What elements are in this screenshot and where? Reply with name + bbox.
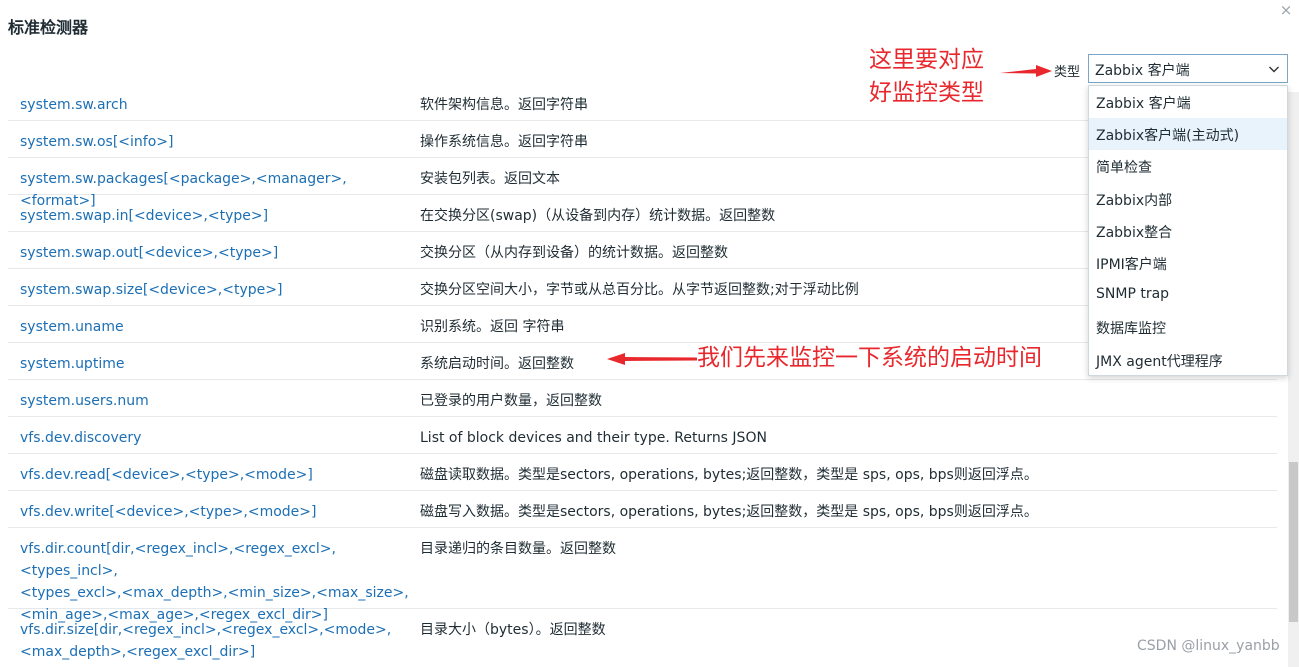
- table-row: vfs.dir.size[dir,<regex_incl>,<regex_exc…: [8, 609, 1277, 667]
- table-row: system.swap.in[<device>,<type>] 在交换分区(swa…: [8, 195, 1277, 232]
- type-dropdown: Zabbix 客户端 Zabbix客户端(主动式) 简单检查 Zabbix内部 …: [1088, 85, 1288, 376]
- option-zabbix-agent[interactable]: Zabbix 客户端: [1089, 86, 1287, 118]
- item-key-link[interactable]: vfs.dev.write[<device>,<type>,<mode>]: [8, 491, 420, 527]
- item-key-link[interactable]: system.sw.arch: [8, 84, 420, 120]
- item-key-link[interactable]: vfs.dev.read[<device>,<type>,<mode>]: [8, 454, 420, 490]
- item-key-link[interactable]: system.sw.packages[<package>,<manager>,<…: [8, 158, 420, 209]
- watermark: CSDN @linux_yanbb: [1137, 638, 1280, 654]
- option-zabbix-internal[interactable]: Zabbix内部: [1089, 183, 1287, 215]
- table-row: system.swap.size[<device>,<type>] 交换分区空间大…: [8, 269, 1277, 306]
- item-key-link[interactable]: vfs.dir.size[dir,<regex_incl>,<regex_exc…: [8, 609, 420, 667]
- table-row: vfs.dev.write[<device>,<type>,<mode>] 磁盘写…: [8, 491, 1277, 528]
- item-key-link[interactable]: system.uptime: [8, 343, 420, 379]
- chevron-down-icon: [1269, 66, 1279, 73]
- table-row: system.users.num 已登录的用户数量，返回整数: [8, 380, 1277, 417]
- item-key-link[interactable]: vfs.dev.discovery: [8, 417, 420, 453]
- table-row: vfs.dev.discovery List of block devices a…: [8, 417, 1277, 454]
- item-key-link[interactable]: system.uname: [8, 306, 420, 342]
- table-row: vfs.dev.read[<device>,<type>,<mode>] 磁盘读取…: [8, 454, 1277, 491]
- items-table: system.sw.arch 软件架构信息。返回字符串 system.sw.os[<…: [8, 84, 1277, 667]
- item-key-link[interactable]: system.swap.size[<device>,<type>]: [8, 269, 420, 305]
- item-description: 磁盘读取数据。类型是sectors, operations, bytes;返回整…: [420, 467, 1038, 483]
- item-description: 磁盘写入数据。类型是sectors, operations, bytes;返回整…: [420, 504, 1038, 520]
- item-description: 目录递归的条目数量。返回整数: [420, 541, 616, 557]
- option-zabbix-aggregate[interactable]: Zabbix整合: [1089, 215, 1287, 247]
- scrollbar-thumb[interactable]: [1289, 462, 1298, 622]
- option-simple-check[interactable]: 简单检查: [1089, 150, 1287, 182]
- option-jmx-agent[interactable]: JMX agent代理程序: [1089, 344, 1287, 376]
- option-ipmi-agent[interactable]: IPMI客户端: [1089, 247, 1287, 279]
- close-icon[interactable]: ×: [1278, 2, 1294, 18]
- item-key-link[interactable]: system.sw.os[<info>]: [8, 121, 420, 157]
- option-zabbix-agent-active[interactable]: Zabbix客户端(主动式): [1089, 118, 1287, 151]
- type-select-value: Zabbix 客户端: [1095, 63, 1190, 79]
- option-snmp-trap[interactable]: SNMP trap: [1089, 279, 1287, 311]
- item-key-link[interactable]: system.swap.out[<device>,<type>]: [8, 232, 420, 268]
- table-row: system.sw.packages[<package>,<manager>,<…: [8, 158, 1277, 209]
- item-key-link[interactable]: vfs.dir.count[dir,<regex_incl>,<regex_ex…: [8, 528, 420, 623]
- table-row: system.sw.arch 软件架构信息。返回字符串: [8, 84, 1277, 121]
- annotation-arrow-right-icon: [1000, 65, 1052, 77]
- table-row: system.swap.out[<device>,<type>] 交换分区（从内存…: [8, 232, 1277, 269]
- annotation-type-note-line2: 好监控类型: [869, 80, 984, 106]
- item-key-link[interactable]: system.swap.in[<device>,<type>]: [8, 195, 420, 231]
- table-row: system.sw.os[<info>] 操作系统信息。返回字符串: [8, 121, 1277, 158]
- dialog-title: 标准检测器: [8, 18, 89, 37]
- table-row: system.uname 识别系统。返回 字符串: [8, 306, 1277, 343]
- annotation-type-note-line1: 这里要对应: [869, 47, 984, 73]
- item-description: 已登录的用户数量，返回整数: [420, 393, 602, 409]
- table-row: vfs.dir.count[dir,<regex_incl>,<regex_ex…: [8, 528, 1277, 623]
- annotation-uptime-note: 我们先来监控一下系统的启动时间: [697, 345, 1042, 371]
- annotation-arrow-left-icon: [607, 353, 697, 365]
- type-label: 类型: [1054, 65, 1081, 80]
- item-key-link[interactable]: system.users.num: [8, 380, 420, 416]
- type-select[interactable]: Zabbix 客户端: [1088, 54, 1288, 83]
- item-description: List of block devices and their type. Re…: [420, 430, 767, 446]
- option-database-monitor[interactable]: 数据库监控: [1089, 311, 1287, 343]
